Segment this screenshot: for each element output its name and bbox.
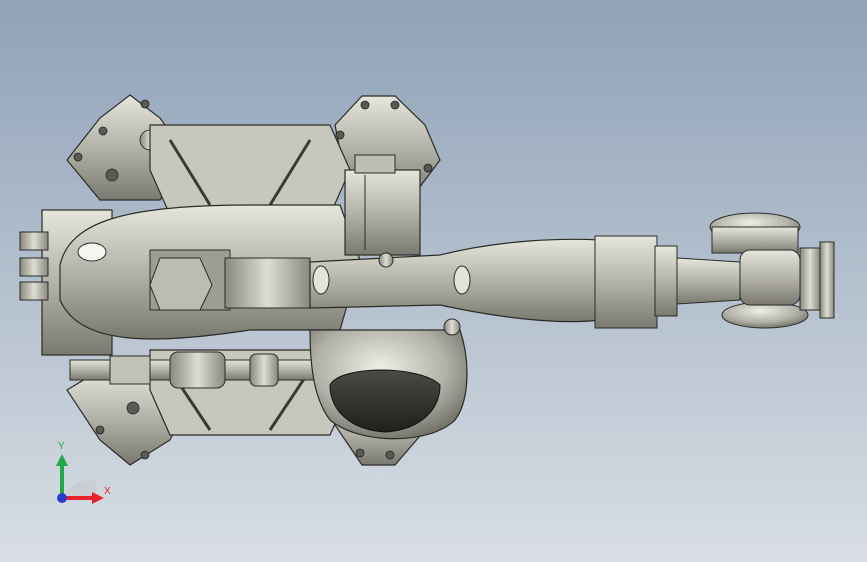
y-arrow-icon <box>56 454 68 466</box>
x-arrow-icon <box>92 492 104 504</box>
triad-plane <box>62 479 96 498</box>
coordinate-triad <box>56 454 104 504</box>
robot-arm-model[interactable] <box>0 0 867 562</box>
cad-viewport[interactable]: Y X <box>0 0 867 562</box>
z-axis-icon <box>57 493 67 503</box>
y-axis-label: Y <box>58 441 65 452</box>
elbow-housing <box>309 329 468 440</box>
motor-box <box>344 154 421 256</box>
x-axis-label: X <box>104 486 111 497</box>
